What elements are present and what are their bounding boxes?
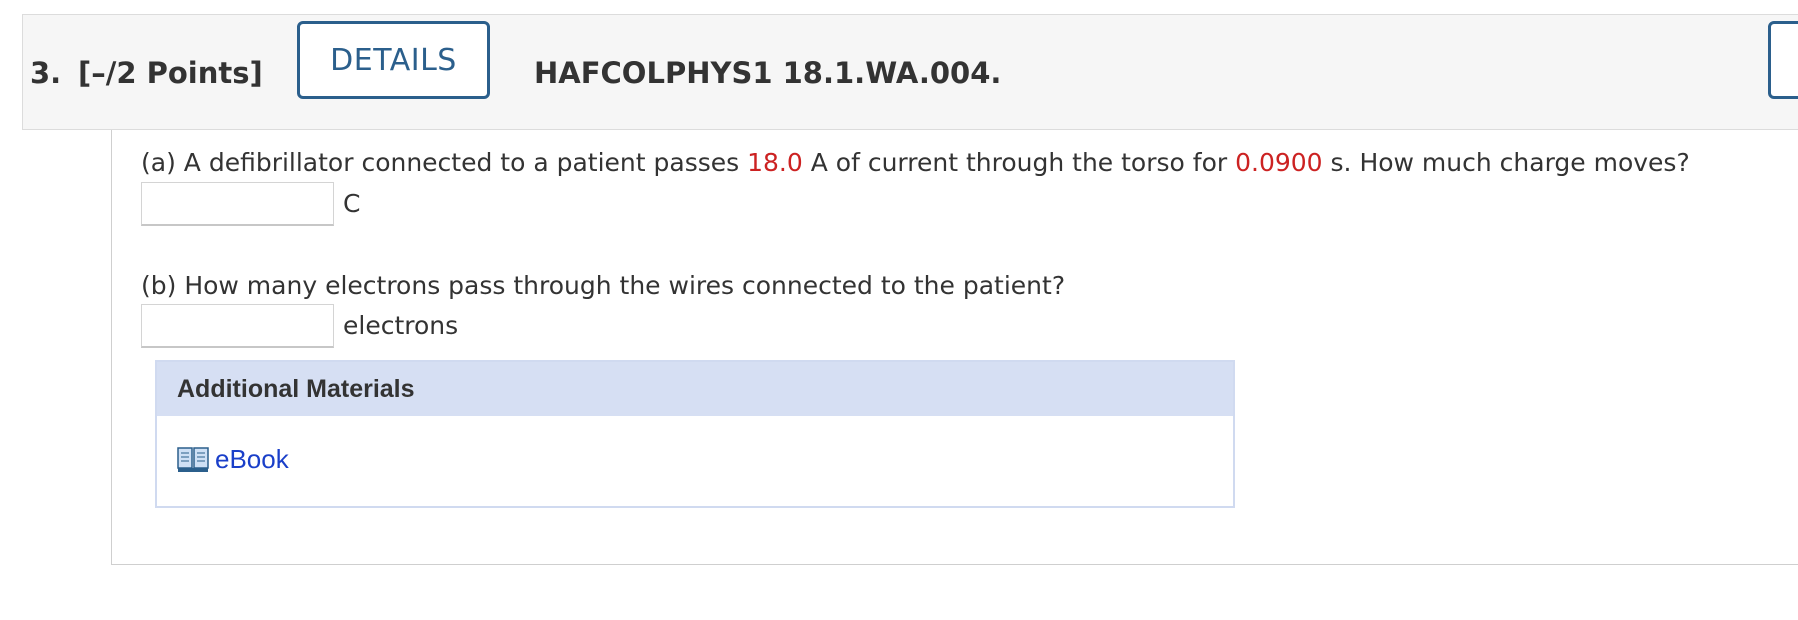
problem-id: HAFCOLPHYS1 18.1.WA.004. [534,56,1002,90]
details-button-label: DETAILS [330,42,457,78]
current-value: 18.0 [747,148,803,177]
additional-materials-panel: Additional Materials eBook [155,360,1235,508]
ebook-label: eBook [215,444,289,474]
part-b-answer-input[interactable] [141,304,334,348]
part-b-prompt: (b) How many electrons pass through the … [141,271,1066,300]
part-a-text-after: s. How much charge moves? [1322,148,1690,177]
part-a-answer-input[interactable] [141,182,334,226]
part-a-unit: C [343,189,361,218]
part-a-text-before: (a) A defibrillator connected to a patie… [141,148,748,177]
question-points: [–/2 Points] [78,56,263,90]
part-a-text-middle: A of current through the torso for [802,148,1236,177]
time-value: 0.0900 [1235,148,1323,177]
details-button[interactable]: DETAILS [297,21,490,99]
part-b-unit: electrons [343,311,459,340]
open-book-icon [177,446,209,472]
part-a-prompt: (a) A defibrillator connected to a patie… [141,148,1690,177]
header-action-button[interactable] [1768,21,1798,99]
question-number: 3. [30,56,62,90]
additional-materials-title: Additional Materials [177,375,415,403]
additional-materials-header: Additional Materials [157,362,1233,416]
ebook-link[interactable]: eBook [177,444,289,475]
